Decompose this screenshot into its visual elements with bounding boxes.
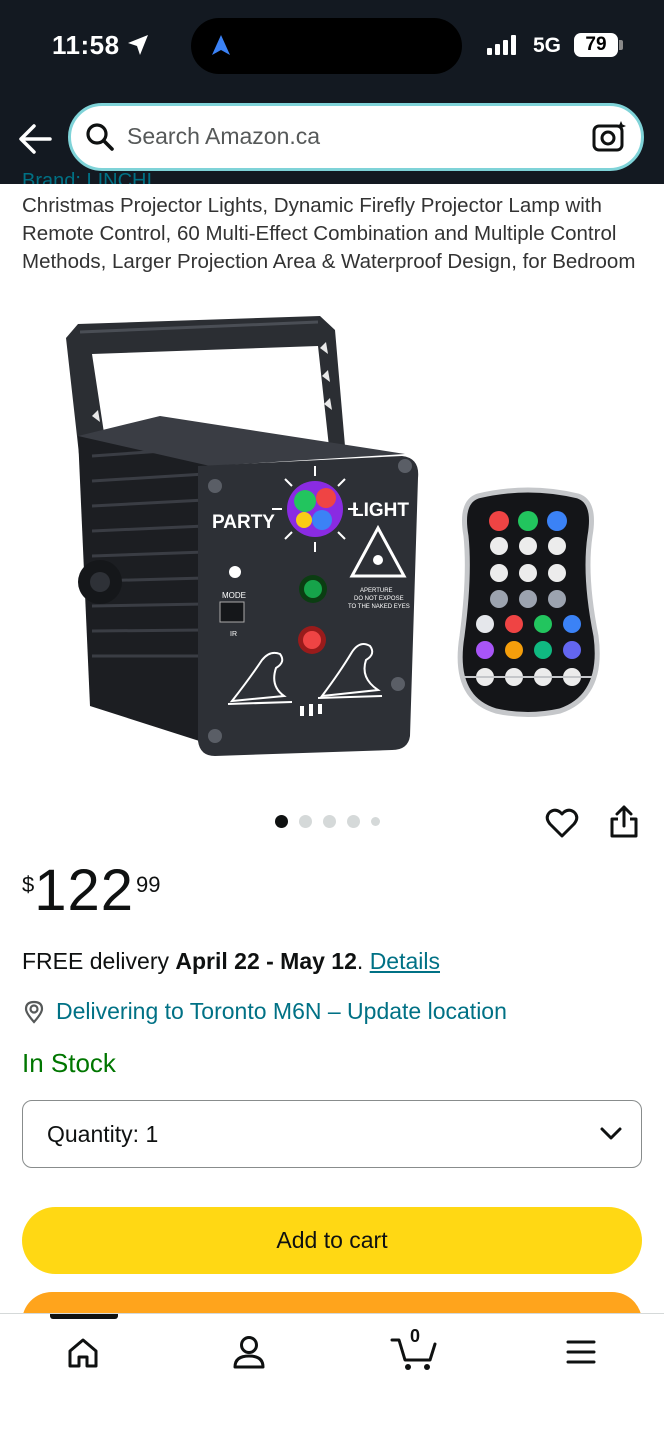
back-arrow-icon[interactable]	[16, 122, 54, 156]
add-to-cart-button[interactable]: Add to cart	[22, 1207, 642, 1274]
home-icon[interactable]	[66, 1336, 100, 1370]
party-text: PARTY	[212, 512, 275, 533]
delivery-location[interactable]: Delivering to Toronto M6N – Update locat…	[22, 998, 507, 1025]
cart-button[interactable]: 0	[390, 1326, 440, 1372]
battery-tip	[619, 40, 623, 50]
quantity-label-text: Quantity:	[47, 1121, 140, 1147]
search-icon	[86, 123, 114, 151]
delivery-details-link[interactable]: Details	[370, 948, 440, 974]
search-field[interactable]: Search Amazon.ca	[68, 103, 644, 171]
image-pagination[interactable]	[275, 815, 380, 828]
network-type: 5G	[533, 34, 562, 57]
active-tab-indicator	[50, 1314, 118, 1319]
warning-text-2: TO THE NAKED EYES	[348, 604, 410, 610]
aperture-text: APERTURE	[360, 588, 393, 594]
share-icon[interactable]	[608, 804, 640, 840]
brand-link[interactable]: Brand: LINCHI	[22, 170, 152, 184]
quantity-select[interactable]: Quantity: 1	[22, 1100, 642, 1168]
bottom-navigation: 0	[0, 1313, 664, 1440]
product-price: $ 122 99	[22, 858, 161, 924]
navigation-icon	[212, 35, 230, 55]
quantity-value: 1	[145, 1121, 159, 1147]
quantity-label: Quantity: 1	[47, 1121, 158, 1148]
price-fraction: 99	[136, 872, 161, 897]
stock-status: In Stock	[22, 1048, 116, 1078]
pagination-dot[interactable]	[347, 815, 360, 828]
price-whole: 122	[34, 858, 135, 923]
delivery-suffix: .	[356, 948, 370, 974]
menu-icon[interactable]	[565, 1338, 597, 1366]
location-pin-icon	[24, 1000, 44, 1024]
mode-label: MODE	[222, 591, 246, 600]
chevron-down-icon	[600, 1127, 622, 1140]
camera-search-icon[interactable]	[591, 119, 627, 155]
delivery-location-text[interactable]: Delivering to Toronto M6N – Update locat…	[56, 998, 507, 1025]
pagination-dot[interactable]	[275, 815, 288, 828]
pagination-dot[interactable]	[323, 815, 336, 828]
account-icon[interactable]	[232, 1334, 266, 1370]
status-bar: 11:58 5G 79	[0, 0, 664, 92]
heart-icon[interactable]	[544, 805, 580, 841]
delivery-prefix: FREE delivery	[22, 948, 176, 974]
price-symbol: $	[22, 872, 35, 897]
delivery-dates: April 22 - May 12	[175, 948, 357, 974]
cart-count: 0	[410, 1326, 421, 1346]
search-input[interactable]: Search Amazon.ca	[127, 123, 320, 150]
signal-icon	[487, 35, 516, 55]
warning-text-1: DO NOT EXPOSE	[354, 596, 404, 602]
battery-icon: 79	[574, 33, 618, 57]
ir-label: IR	[230, 631, 237, 638]
pagination-dot[interactable]	[371, 817, 380, 826]
location-arrow-icon	[128, 35, 148, 55]
pagination-dot[interactable]	[299, 815, 312, 828]
status-time: 11:58	[52, 30, 120, 60]
delivery-info: FREE delivery April 22 - May 12. Details	[22, 948, 440, 975]
projector-image: PARTY LIGHT APERTURE DO NOT EXPOSE TO TH…	[66, 316, 600, 756]
product-image[interactable]: PARTY LIGHT APERTURE DO NOT EXPOSE TO TH…	[0, 306, 664, 776]
product-title: Christmas Projector Lights, Dynamic Fire…	[22, 194, 636, 273]
light-text: LIGHT	[352, 500, 409, 521]
